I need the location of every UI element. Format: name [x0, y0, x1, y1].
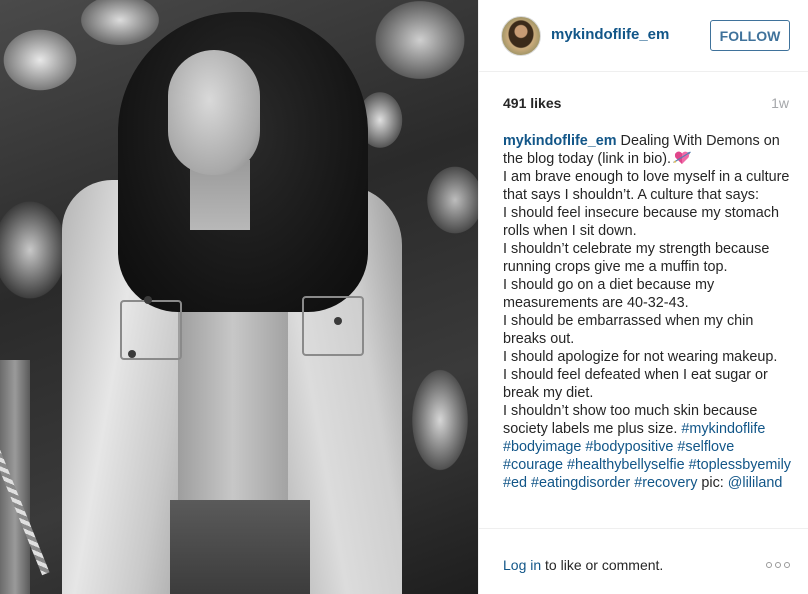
dot-icon — [766, 562, 772, 568]
likes-count[interactable]: 491 likes — [503, 95, 561, 111]
photo-shirt-button — [128, 350, 136, 358]
header-username[interactable]: mykindoflife_em — [551, 26, 669, 43]
credit-prefix: pic: — [697, 475, 728, 491]
post-caption: mykindoflife_em Dealing With Demons on t… — [503, 132, 793, 492]
photo-jeans — [170, 500, 310, 594]
caption-username[interactable]: mykindoflife_em — [503, 133, 617, 149]
caption-text: I should feel defeated when I eat sugar … — [503, 367, 768, 401]
caption-text: I should go on a diet because my measure… — [503, 277, 715, 311]
hashtag-link[interactable]: #toplessbyemily — [689, 457, 791, 473]
photo-shirt-button — [334, 317, 342, 325]
post-sidebar: mykindoflife_em FOLLOW 491 likes 1w myki… — [478, 0, 808, 594]
dot-icon — [784, 562, 790, 568]
hashtag-link[interactable]: #bodypositive — [585, 439, 673, 455]
hashtag-link[interactable]: #selflove — [677, 439, 734, 455]
post-header: mykindoflife_em FOLLOW — [479, 0, 808, 72]
login-link[interactable]: Log in — [503, 557, 541, 573]
caption-text: I should feel insecure because my stomac… — [503, 205, 779, 239]
caption-line-1: mykindoflife_em Dealing With Demons on t… — [503, 132, 793, 168]
hashtag-link[interactable]: #mykindoflife — [681, 421, 765, 437]
photo-pocket-right — [302, 296, 364, 356]
likes-row: 491 likes 1w — [503, 95, 789, 111]
post-footer: Log in to like or comment. — [479, 528, 808, 594]
login-prompt: Log in to like or comment. — [503, 557, 663, 573]
hashtag-link[interactable]: #courage — [503, 457, 563, 473]
instagram-post: mykindoflife_em FOLLOW 491 likes 1w myki… — [0, 0, 808, 594]
dot-icon — [775, 562, 781, 568]
avatar[interactable] — [501, 16, 541, 56]
caption-text: I am brave enough to love myself in a cu… — [503, 169, 790, 203]
photo-face — [168, 50, 260, 175]
caption-last-line: I shouldn’t show too much skin because s… — [503, 402, 793, 492]
follow-button[interactable]: FOLLOW — [710, 20, 790, 51]
caption-text: I shouldn’t celebrate my strength becaus… — [503, 241, 770, 275]
post-photo[interactable] — [0, 0, 478, 594]
caption-text: I should be embarrassed when my chin bre… — [503, 313, 754, 347]
more-options-icon[interactable] — [764, 559, 792, 571]
hashtag-link[interactable]: #ed — [503, 475, 527, 491]
photo-shirt-button — [144, 296, 152, 304]
hashtag-link[interactable]: #bodyimage — [503, 439, 581, 455]
caption-text: I should apologize for not wearing makeu… — [503, 349, 778, 365]
credit-handle-link[interactable]: @lililand — [728, 475, 783, 491]
hashtag-link[interactable]: #healthybellyselfie — [567, 457, 685, 473]
hashtag-link[interactable]: #eatingdisorder — [531, 475, 630, 491]
heart-with-arrow-icon — [673, 150, 691, 165]
login-prompt-text: to like or comment. — [541, 557, 664, 573]
post-age[interactable]: 1w — [771, 95, 789, 111]
hashtag-link[interactable]: #recovery — [634, 475, 697, 491]
